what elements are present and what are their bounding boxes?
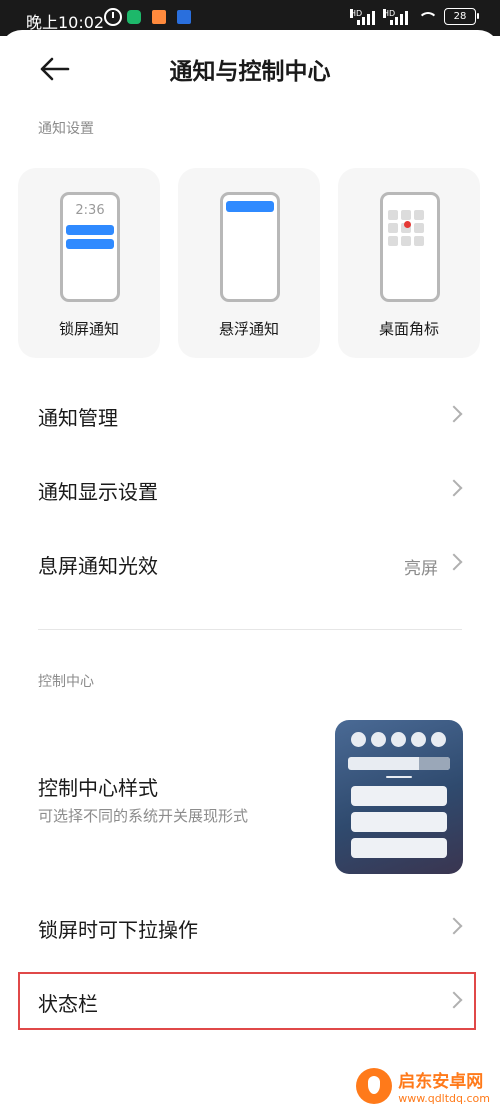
card-label: 悬浮通知: [218, 320, 279, 338]
wifi-icon: [416, 10, 438, 24]
drag-handle: [386, 776, 412, 778]
signal-icon: HD: [350, 8, 375, 25]
row-label: 通知管理: [38, 406, 118, 430]
page-title: 通知与控制中心: [169, 59, 331, 85]
preview-block: [351, 786, 447, 806]
row-label: 锁屏时可下拉操作: [38, 918, 198, 942]
watermark: 启东安卓网 www.qdltdq.com: [356, 1067, 490, 1105]
brightness-slider: [348, 757, 450, 770]
row-screen-off-light[interactable]: 息屏通知光效 亮屏: [0, 536, 500, 596]
chevron-right-icon: [445, 479, 463, 497]
row-lockscreen-pulldown[interactable]: 锁屏时可下拉操作: [0, 900, 500, 960]
watermark-url: www.qdltdq.com: [398, 1092, 490, 1105]
row-notify-display[interactable]: 通知显示设置: [0, 462, 500, 522]
chevron-right-icon: [445, 917, 463, 935]
card-desktop-badge[interactable]: 桌面角标: [338, 168, 480, 358]
phone-illustration: [220, 192, 280, 302]
translate-app-icon: [177, 10, 191, 24]
chevron-right-icon: [445, 405, 463, 423]
control-style-title[interactable]: 控制中心样式: [38, 772, 158, 801]
phone-illustration: 2:36: [60, 192, 120, 302]
row-label: 息屏通知光效: [38, 554, 158, 578]
highlight-box: [18, 972, 476, 1030]
status-right: HD HD 28: [350, 8, 479, 25]
row-value: 亮屏: [404, 559, 438, 579]
control-center-preview[interactable]: [335, 720, 463, 874]
row-label: 通知显示设置: [38, 480, 158, 504]
divider: [38, 629, 462, 630]
badge-dot-icon: [404, 221, 411, 228]
card-label: 桌面角标: [378, 320, 439, 338]
card-floating-notify[interactable]: 悬浮通知: [178, 168, 320, 358]
toggle-circle: [351, 732, 366, 747]
notify-bar: [66, 239, 114, 249]
clock-text: 2:36: [75, 203, 105, 218]
watermark-logo-icon: [356, 1068, 393, 1104]
app-notification-icon: [152, 10, 166, 24]
toggle-circle: [411, 732, 426, 747]
alarm-icon: [104, 8, 122, 26]
section-label-notify: 通知设置: [38, 121, 94, 137]
row-notify-manage[interactable]: 通知管理: [0, 388, 500, 448]
battery-icon: 28: [444, 8, 479, 25]
preview-block: [351, 812, 447, 832]
card-label: 锁屏通知: [58, 320, 119, 338]
shield-app-icon: [127, 10, 141, 24]
preview-block: [351, 838, 447, 858]
notify-bar: [226, 201, 274, 212]
section-label-control: 控制中心: [38, 674, 94, 690]
control-style-subtitle: 可选择不同的系统开关展现形式: [38, 807, 249, 825]
toggle-circle: [391, 732, 406, 747]
toggle-circle: [371, 732, 386, 747]
signal-icon-2: HD: [383, 8, 408, 25]
screen: 晚上10:02 HD HD 28 通知与控制中心 通知设置 2:36 锁屏通知 …: [0, 0, 500, 1111]
card-lockscreen-notify[interactable]: 2:36 锁屏通知: [18, 168, 160, 358]
chevron-right-icon: [445, 553, 463, 571]
notify-bar: [66, 225, 114, 235]
toggle-circle: [431, 732, 446, 747]
watermark-name: 启东安卓网: [398, 1072, 484, 1092]
phone-illustration: [380, 192, 440, 302]
